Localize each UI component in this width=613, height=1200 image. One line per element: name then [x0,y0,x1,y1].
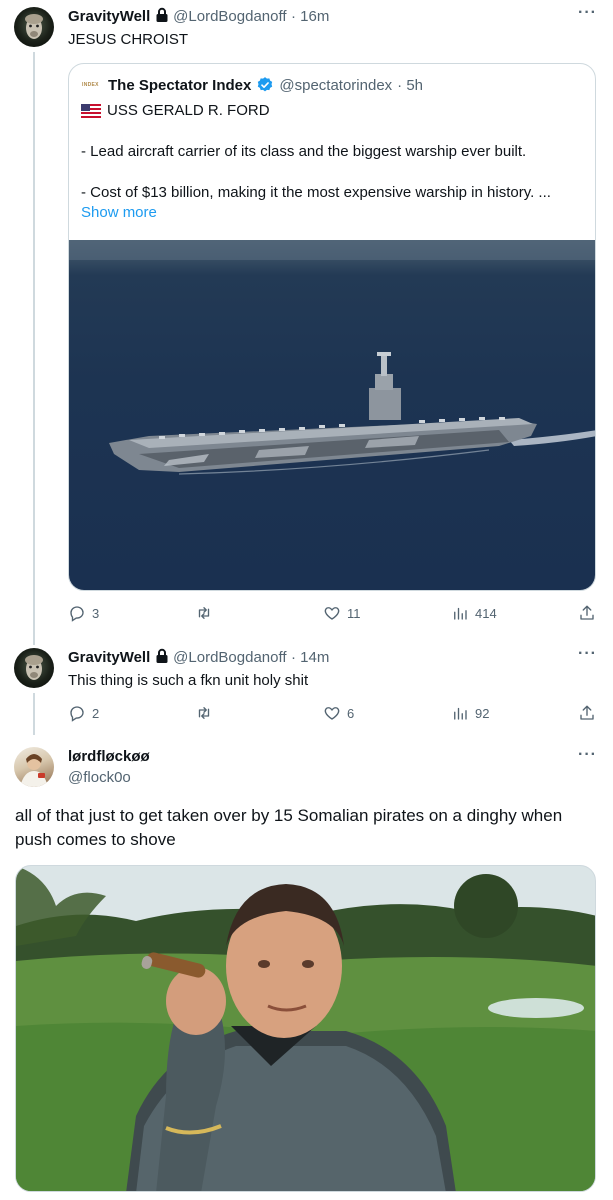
author-name[interactable]: GravityWell [68,649,150,666]
reply-count: 3 [92,605,100,621]
reply-count: 2 [92,705,100,721]
avatar[interactable] [14,7,54,47]
timestamp[interactable]: · 14m [291,649,329,666]
reply-button[interactable]: 3 [68,604,99,622]
views-button[interactable]: 92 [451,704,489,722]
lock-icon [156,7,168,22]
like-count: 11 [347,605,361,621]
share-button[interactable] [578,604,596,622]
like-button[interactable]: 11 [323,604,361,622]
thread-line [33,52,35,645]
reply-icon [70,706,84,722]
quote-timestamp[interactable]: · 5h [397,77,423,94]
more-icon[interactable]: ··· [578,4,597,22]
more-icon[interactable]: ··· [578,645,597,663]
lock-icon [156,648,168,663]
thread-line [33,693,35,735]
views-icon [454,707,467,720]
quote-author-handle[interactable]: @spectatorindex [279,77,392,94]
like-count: 6 [347,705,355,721]
timestamp[interactable]: · 16m [291,8,329,25]
tweet-text: JESUS CHROIST [68,31,189,48]
like-button[interactable]: 6 [323,704,354,722]
avatar-image-icon [20,754,48,787]
tweet-text: This thing is such a fkn unit holy shit [68,672,309,689]
share-icon [580,605,594,620]
avatar-image-icon [25,655,43,680]
views-button[interactable]: 414 [451,604,497,622]
quote-line-2: - Lead aircraft carrier of its class and… [81,143,527,160]
quote-header: INDEX The Spectator Index @spectatorinde… [81,76,423,94]
quote-media-image[interactable] [69,240,595,590]
quote-avatar[interactable]: INDEX [81,78,103,92]
aircraft-carrier-image [69,240,595,475]
quote-line-3: - Cost of $13 billion, making it the mos… [81,184,551,201]
author-name[interactable]: GravityWell [68,8,150,25]
reply-button[interactable]: 2 [68,704,99,722]
share-button[interactable] [578,704,596,722]
repost-icon [198,707,210,719]
views-count: 92 [475,705,490,721]
views-count: 414 [475,605,497,621]
avatar[interactable] [14,648,54,688]
author-handle[interactable]: @LordBogdanoff [173,649,286,666]
quote-line-1: USS GERALD R. FORD [81,101,270,121]
share-icon [580,705,594,720]
avatar[interactable] [14,747,54,787]
man-with-cigar-image [16,866,595,1191]
author-handle[interactable]: @flock0o [68,769,131,786]
author-name[interactable]: lørdfløckøø [68,748,150,765]
views-icon [454,607,467,620]
quote-title: USS GERALD R. FORD [107,102,270,119]
heart-icon [324,607,340,620]
show-more-link[interactable]: Show more [81,204,157,221]
repost-button[interactable] [195,604,219,622]
tweet-header: GravityWell @LordBogdanoff · 16m [68,7,329,26]
repost-button[interactable] [195,704,219,722]
verified-badge-icon [258,77,273,92]
tweet-header: GravityWell @LordBogdanoff · 14m [68,648,329,667]
quote-tweet-card[interactable]: INDEX The Spectator Index @spectatorinde… [68,63,596,591]
more-icon[interactable]: ··· [578,746,597,764]
author-handle[interactable]: @LordBogdanoff [173,8,286,25]
us-flag-icon [81,104,101,118]
spectator-logo-text: INDEX [82,82,99,88]
tweet-media-image[interactable] [15,865,596,1192]
tweet-text: all of that just to get taken over by 15… [15,806,563,849]
repost-icon [198,607,210,619]
heart-icon [324,707,340,720]
reply-icon [70,606,84,622]
avatar-image-icon [25,14,43,39]
quote-author-name[interactable]: The Spectator Index [108,77,251,94]
